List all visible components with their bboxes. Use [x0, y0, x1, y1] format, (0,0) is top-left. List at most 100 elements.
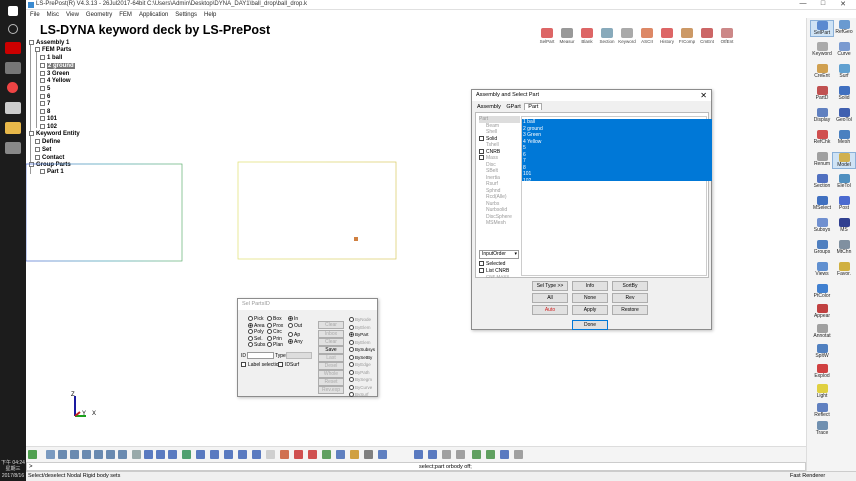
app-icon[interactable] — [5, 62, 21, 74]
menu-settings[interactable]: Settings — [175, 10, 197, 20]
all-button[interactable]: All — [532, 293, 568, 303]
panel-display[interactable]: Display — [810, 108, 834, 123]
tree-part[interactable]: 102 — [40, 124, 57, 131]
app-icon[interactable] — [5, 102, 21, 114]
toolbar-measure[interactable]: Measur — [556, 28, 578, 44]
shade-icon[interactable] — [210, 450, 219, 459]
option-bysubsys[interactable]: BySubsys — [349, 346, 375, 354]
panel-explod[interactable]: Explod — [810, 364, 834, 379]
whole-button[interactable]: Whole — [318, 370, 344, 378]
auto-button[interactable]: Auto — [532, 305, 568, 315]
inbox-button[interactable]: Inbox — [318, 330, 344, 338]
rev-exp-button[interactable]: Rev.exp — [318, 386, 344, 394]
chrome-icon[interactable] — [7, 82, 18, 93]
panel-partd[interactable]: PartD — [810, 86, 834, 101]
shade-icon[interactable] — [238, 450, 247, 459]
panel-selpart[interactable]: SelPart — [810, 20, 834, 37]
panel-eletol[interactable]: EleTol — [832, 174, 856, 189]
view-cube-icon[interactable] — [118, 450, 127, 459]
panel-geotol[interactable]: GeoTol — [832, 108, 856, 123]
panel-appear[interactable]: Appear — [810, 304, 834, 319]
panel-ms[interactable]: MS — [832, 218, 856, 233]
toolbar-frcomp[interactable]: FrComp — [676, 28, 698, 44]
reset-button[interactable]: Reset — [318, 378, 344, 386]
panel-surf[interactable]: Surf — [832, 64, 856, 79]
option-bynode[interactable]: ByNode — [349, 316, 375, 324]
panel-spltw[interactable]: SpltW — [810, 344, 834, 359]
tool-icon[interactable] — [442, 450, 451, 459]
tree-assembly[interactable]: Assembly 1 — [29, 40, 69, 47]
toolbar-keyword[interactable]: Keyword — [616, 28, 638, 44]
tool-icon[interactable] — [322, 450, 331, 459]
option-bycurve[interactable]: ByCurve — [349, 384, 375, 392]
radio-out[interactable]: Out — [288, 322, 303, 330]
tool-icon[interactable] — [350, 450, 359, 459]
graphics-viewport[interactable] — [26, 150, 476, 270]
tree-define[interactable]: Define — [35, 139, 60, 146]
view-cube-icon[interactable] — [94, 450, 103, 459]
panel-favor[interactable]: Favor. — [832, 262, 856, 277]
none-button[interactable]: None — [572, 293, 608, 303]
selected-checkbox[interactable]: Selected — [479, 261, 505, 268]
view-cube-icon[interactable] — [70, 450, 79, 459]
tool-icon[interactable] — [336, 450, 345, 459]
windows-start-icon[interactable] — [8, 6, 18, 16]
toolbar-otfent[interactable]: OtfEnt — [716, 28, 738, 44]
toolbar-ascii[interactable]: ASCII — [636, 28, 658, 44]
option-bypath[interactable]: ByPath — [349, 369, 375, 377]
clear-button[interactable]: Clear — [318, 338, 344, 346]
panel-refgeo[interactable]: RefGeo — [832, 20, 856, 35]
tool-icon[interactable] — [456, 450, 465, 459]
option-byelem[interactable]: ByElem — [349, 324, 375, 332]
radio-subs[interactable]: Subs — [248, 342, 265, 349]
toolbar-blank[interactable]: Blank — [576, 28, 598, 44]
option-bysetby[interactable]: BySetBy — [349, 354, 375, 362]
sel-type-button[interactable]: Sel Type >> — [532, 281, 568, 291]
panel-groups[interactable]: Groups — [810, 240, 834, 255]
menu-application[interactable]: Application — [139, 10, 168, 20]
view-cube-icon[interactable] — [106, 450, 115, 459]
close-button[interactable]: ✕ — [836, 0, 850, 8]
panel-mesh[interactable]: Mesh — [832, 130, 856, 145]
view-cube-icon[interactable] — [58, 450, 67, 459]
panel-subsys[interactable]: Subsys — [810, 218, 834, 233]
part-list-box[interactable]: 1 ball 2 ground 3 Green 4 Yellow 5 6 7 8… — [521, 116, 712, 276]
tab-part[interactable]: Part — [524, 103, 543, 110]
menu-geometry[interactable]: Geometry — [86, 10, 112, 20]
panel-post[interactable]: Post — [832, 196, 856, 211]
option-byelem-2[interactable]: ByElem — [349, 339, 375, 347]
tool-icon[interactable] — [428, 450, 437, 459]
radio-plan[interactable]: Plan — [267, 342, 283, 349]
render-icon[interactable] — [168, 450, 177, 459]
panel-trace[interactable]: Trace — [810, 421, 834, 436]
clear-button[interactable]: Clear — [318, 321, 344, 329]
tool-icon[interactable] — [472, 450, 481, 459]
tool-icon[interactable] — [280, 450, 289, 459]
tool-icon[interactable] — [378, 450, 387, 459]
toolbar-selpart[interactable]: SelPart — [536, 28, 558, 44]
tree-part[interactable]: 5 — [40, 86, 50, 93]
edge-icon[interactable] — [266, 450, 275, 459]
shade-icon[interactable] — [252, 450, 261, 459]
shade-icon[interactable] — [196, 450, 205, 459]
tool-icon[interactable] — [486, 450, 495, 459]
menu-file[interactable]: File — [30, 10, 40, 20]
view-cube-icon[interactable] — [46, 450, 55, 459]
tree-part[interactable]: 8 — [40, 109, 50, 116]
restore-button[interactable]: Restore — [612, 305, 648, 315]
desel-button[interactable]: Desel — [318, 362, 344, 370]
pdf-app-icon[interactable] — [5, 42, 21, 54]
menu-view[interactable]: View — [66, 10, 79, 20]
input-order-select[interactable]: InputOrder ▾ — [479, 250, 519, 259]
tab-assembly[interactable]: Assembly — [475, 104, 503, 110]
maximize-button[interactable]: □ — [816, 0, 830, 7]
tree-part[interactable]: 3 Green — [40, 71, 69, 78]
tree-part[interactable]: 6 — [40, 94, 50, 101]
tool-icon[interactable] — [308, 450, 317, 459]
panel-mtchn[interactable]: MtChn — [832, 240, 856, 255]
panel-refchk[interactable]: RefChk — [810, 130, 834, 145]
tool-icon[interactable] — [294, 450, 303, 459]
menu-fem[interactable]: FEM — [119, 10, 132, 20]
command-line[interactable]: > select;part orbody off; — [26, 462, 806, 471]
apply-button[interactable]: Apply — [572, 305, 608, 315]
